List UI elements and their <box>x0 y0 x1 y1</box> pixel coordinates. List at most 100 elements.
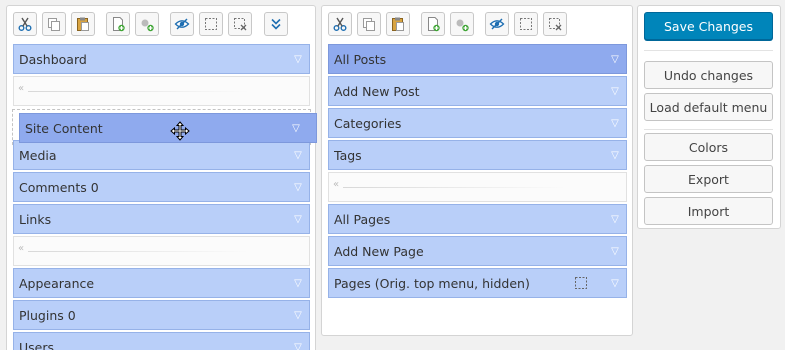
chevron-down-icon[interactable]: ▽ <box>604 54 626 65</box>
import-button[interactable]: Import <box>644 197 773 225</box>
chevron-down-icon[interactable]: ▽ <box>287 310 309 321</box>
menu-item-label: Add New Post <box>334 83 420 99</box>
chevron-down-icon[interactable]: ▽ <box>604 118 626 129</box>
chevron-down-icon[interactable]: ▽ <box>287 150 309 161</box>
submenu-item-categories[interactable]: Categories ▽ <box>328 108 627 138</box>
menu-separator[interactable]: « <box>13 76 310 106</box>
actions-panel: Save Changes Undo changes Load default m… <box>637 5 781 229</box>
chevron-down-icon[interactable]: ▽ <box>604 86 626 97</box>
select-button[interactable] <box>199 12 223 36</box>
hide-button[interactable] <box>485 12 509 36</box>
menu-item-links[interactable]: Links ▽ <box>13 204 310 234</box>
export-button[interactable]: Export <box>644 165 773 193</box>
scissors-icon <box>333 17 347 31</box>
new-menu-icon <box>428 17 440 32</box>
separator-icon: « <box>18 243 25 254</box>
chevron-down-icon[interactable]: ▽ <box>287 54 309 65</box>
divider <box>644 129 773 130</box>
menu-item-label: Tags <box>334 147 362 163</box>
paste-icon <box>392 17 404 31</box>
chevron-down-icon[interactable]: ▽ <box>287 278 309 289</box>
submenu-item-tags[interactable]: Tags ▽ <box>328 140 627 170</box>
menu-item-label: Media <box>19 147 57 163</box>
submenu-item-all-pages[interactable]: All Pages ▽ <box>328 204 627 234</box>
menu-item-plugins[interactable]: Plugins 0 ▽ <box>13 300 310 330</box>
menu-item-label: All Pages <box>334 211 391 227</box>
save-changes-button[interactable]: Save Changes <box>644 12 773 40</box>
hidden-item-icon <box>574 276 588 290</box>
scissors-icon <box>18 17 32 31</box>
new-separator-icon <box>141 19 154 32</box>
expand-all-icon <box>271 18 281 30</box>
submenu-item-add-new-post[interactable]: Add New Post ▽ <box>328 76 627 106</box>
divider <box>644 50 773 51</box>
chevron-down-icon[interactable]: ▽ <box>287 214 309 225</box>
dragged-item-label: Site Content <box>25 120 103 136</box>
delete-icon <box>549 18 562 31</box>
menu-item-label: Appearance <box>19 275 95 291</box>
separator-line <box>28 91 249 92</box>
chevron-down-icon[interactable]: ▽ <box>287 182 309 193</box>
copy-button[interactable] <box>357 12 381 36</box>
hide-icon <box>489 18 505 30</box>
submenu-item-pages-hidden[interactable]: Pages (Orig. top menu, hidden) ▽ <box>328 268 627 298</box>
new-menu-icon <box>113 17 125 32</box>
hide-button[interactable] <box>170 12 194 36</box>
select-icon <box>205 18 217 30</box>
separator-icon: « <box>18 83 25 94</box>
top-level-menu-panel: Dashboard ▽ « Media ▽ Comments 0 ▽ Links… <box>6 5 316 350</box>
menu-item-label: Plugins 0 <box>19 307 76 323</box>
delete-button[interactable] <box>228 12 252 36</box>
menu-item-label: Categories <box>334 115 402 131</box>
paste-icon <box>77 17 89 31</box>
menu-item-users[interactable]: Users ▽ <box>13 332 310 350</box>
submenu-item-add-new-page[interactable]: Add New Page ▽ <box>328 236 627 266</box>
new-menu-button[interactable] <box>421 12 445 36</box>
submenu-separator[interactable]: « <box>328 172 627 202</box>
select-icon <box>520 18 532 30</box>
delete-icon <box>234 18 247 31</box>
menu-editor: Dashboard ▽ « Media ▽ Comments 0 ▽ Links… <box>0 0 785 350</box>
menu-item-label: Dashboard <box>19 51 87 67</box>
menu-item-label: Add New Page <box>334 243 424 259</box>
menu-separator[interactable]: « <box>13 236 310 266</box>
chevron-down-icon[interactable]: ▽ <box>276 123 316 134</box>
menu-item-label: Pages (Orig. top menu, hidden) <box>334 275 530 291</box>
copy-icon <box>48 18 60 31</box>
paste-button[interactable] <box>71 12 95 36</box>
cut-button[interactable] <box>328 12 352 36</box>
cut-button[interactable] <box>13 12 37 36</box>
menu-item-label: Links <box>19 211 52 227</box>
undo-changes-button[interactable]: Undo changes <box>644 61 773 89</box>
copy-icon <box>363 18 375 31</box>
paste-button[interactable] <box>386 12 410 36</box>
delete-button[interactable] <box>543 12 567 36</box>
chevron-down-icon[interactable]: ▽ <box>604 150 626 161</box>
expand-all-button[interactable] <box>264 12 288 36</box>
separator-icon: « <box>333 179 340 190</box>
select-button[interactable] <box>514 12 538 36</box>
new-separator-button[interactable] <box>450 12 474 36</box>
copy-button[interactable] <box>42 12 66 36</box>
menu-item-comments[interactable]: Comments 0 ▽ <box>13 172 310 202</box>
chevron-down-icon[interactable]: ▽ <box>604 214 626 225</box>
menu-item-dashboard[interactable]: Dashboard ▽ <box>13 44 310 74</box>
new-separator-button[interactable] <box>135 12 159 36</box>
menu-item-label: Users <box>19 339 55 350</box>
dragged-menu-item[interactable]: Site Content ▽ <box>19 113 317 143</box>
menu-item-label: All Posts <box>334 51 387 67</box>
load-default-menu-button[interactable]: Load default menu <box>644 93 773 121</box>
chevron-down-icon[interactable]: ▽ <box>287 342 309 350</box>
hide-icon <box>174 18 190 30</box>
colors-button[interactable]: Colors <box>644 133 773 161</box>
menu-item-label: Comments 0 <box>19 179 99 195</box>
chevron-down-icon[interactable]: ▽ <box>604 278 626 289</box>
menu-item-media[interactable]: Media ▽ <box>13 140 310 170</box>
chevron-down-icon[interactable]: ▽ <box>604 246 626 257</box>
submenu-item-all-posts[interactable]: All Posts ▽ <box>328 44 627 74</box>
new-menu-button[interactable] <box>106 12 130 36</box>
move-cursor-icon <box>170 121 190 141</box>
separator-line <box>28 251 249 252</box>
submenu-panel: All Posts ▽ Add New Post ▽ Categories ▽ … <box>321 5 633 336</box>
menu-item-appearance[interactable]: Appearance ▽ <box>13 268 310 298</box>
